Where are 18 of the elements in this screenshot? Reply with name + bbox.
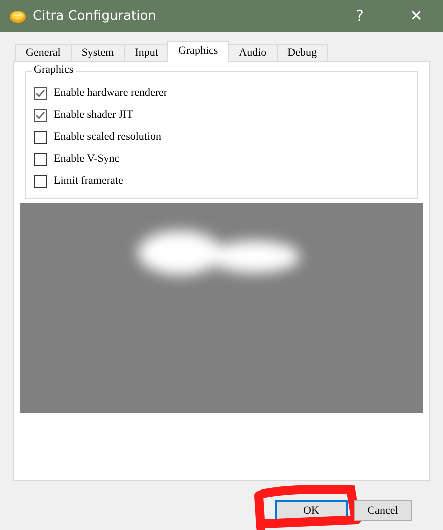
tab[interactable]: Debug [276, 44, 328, 62]
help-button[interactable]: ? [348, 7, 372, 25]
checkbox-label: Enable V-Sync [54, 153, 120, 165]
checkbox[interactable] [34, 130, 47, 144]
window-title: Citra Configuration [33, 8, 158, 24]
checkbox[interactable] [34, 108, 47, 122]
checkbox[interactable] [34, 86, 47, 100]
checkbox-label: Enable scaled resolution [54, 131, 162, 143]
checkbox-label: Enable hardware renderer [54, 87, 168, 99]
checkbox-label: Enable shader JIT [54, 109, 134, 121]
tab[interactable]: General [15, 44, 72, 62]
tab[interactable]: Graphics [167, 41, 230, 62]
group-title: Graphics [32, 64, 76, 76]
checkbox[interactable] [34, 152, 47, 166]
checkbox[interactable] [34, 174, 47, 188]
close-button[interactable]: ✕ [394, 7, 439, 25]
checkbox-label: Limit framerate [54, 175, 124, 187]
dialog-button[interactable]: Cancel [354, 500, 412, 521]
